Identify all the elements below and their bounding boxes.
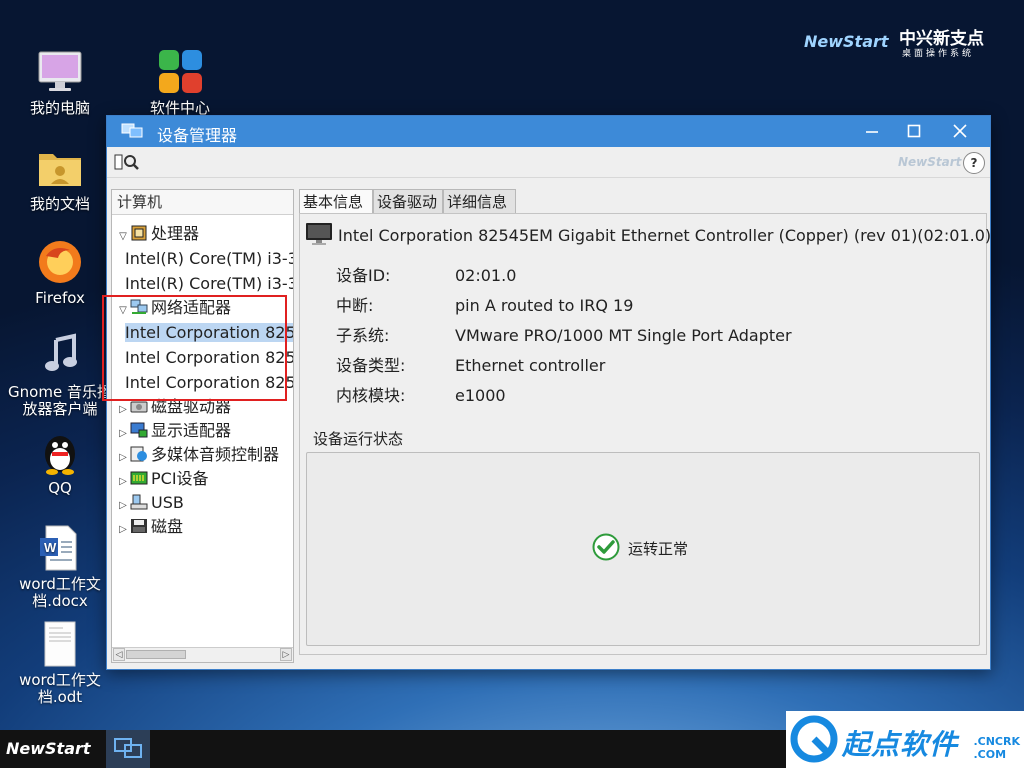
close-button[interactable] <box>937 116 983 147</box>
desktop-icon-gnome-music[interactable]: Gnome 音乐播放器客户端 <box>4 332 116 418</box>
scroll-left-icon[interactable]: ◁ <box>113 648 125 661</box>
taskbar-device-manager[interactable] <box>106 730 150 768</box>
status-box: 运转正常 <box>306 452 980 646</box>
watermark-domain: .CNCRK .COM <box>973 735 1020 761</box>
tree-category-pci[interactable]: ▷ PCI设备 <box>112 467 293 491</box>
desktop-icon-documents[interactable]: 我的文档 <box>4 144 116 213</box>
window-toolbar: NewStart ? <box>107 147 990 178</box>
tab-details[interactable]: 详细信息 <box>443 189 516 213</box>
start-menu-button[interactable]: NewStart <box>6 739 91 758</box>
svg-text:W: W <box>44 540 57 555</box>
check-circle-icon <box>592 533 620 561</box>
display-adapter-icon <box>130 421 148 438</box>
device-manager-icon <box>121 122 143 140</box>
tree-item-nic-1[interactable]: Intel Corporation 8254 <box>112 320 293 345</box>
disk-drive-icon <box>130 397 148 413</box>
status-ok: 运转正常 <box>592 533 688 561</box>
disk-icon <box>130 517 148 533</box>
tree-header: 计算机 <box>112 190 293 215</box>
prop-device-id: 设备ID: 02:01.0 <box>336 266 517 285</box>
folder-icon <box>36 144 84 192</box>
tree-category-usb[interactable]: ▷ USB <box>112 491 293 515</box>
desktop-icon-word-docx[interactable]: W word工作文档.docx <box>4 524 116 610</box>
computer-icon <box>36 48 84 96</box>
network-adapter-icon <box>130 298 148 314</box>
tree-category-disk-drive[interactable]: ▷ 磁盘驱动器 <box>112 395 293 419</box>
newstart-toolbar-logo: NewStart <box>898 155 962 169</box>
tree-item-cpu-1[interactable]: Intel(R) Core(TM) i3-32 <box>112 246 293 271</box>
prop-subsystem: 子系统: VMware PRO/1000 MT Single Port Adapt… <box>336 326 792 345</box>
tree-item-cpu-2[interactable]: Intel(R) Core(TM) i3-32 <box>112 271 293 296</box>
prop-device-type: 设备类型: Ethernet controller <box>336 356 606 375</box>
odt-document-icon <box>36 620 84 668</box>
tree-item-nic-2[interactable]: Intel Corporation 8254 <box>112 345 293 370</box>
desktop-icon-word-odt[interactable]: word工作文档.odt <box>4 620 116 706</box>
processor-icon <box>130 224 148 241</box>
status-section-label: 设备运行状态 <box>313 430 404 448</box>
tab-basic-info[interactable]: 基本信息 <box>299 189 373 214</box>
tree-category-display[interactable]: ▷ 显示适配器 <box>112 419 293 443</box>
scan-hardware-button[interactable] <box>114 152 140 172</box>
device-title: Intel Corporation 82545EM Gigabit Ethern… <box>305 222 991 246</box>
prop-interrupt: 中断: pin A routed to IRQ 19 <box>336 296 634 315</box>
pci-device-icon <box>130 469 148 485</box>
tree-category-network[interactable]: ▽ 网络适配器 <box>112 296 293 320</box>
network-device-icon <box>305 222 333 246</box>
device-manager-window: 设备管理器 NewStart ? 计算机 ▽ 处理器 Intel(R) Core(… <box>106 115 991 670</box>
tree-horizontal-scrollbar[interactable]: ◁ ▷ <box>112 647 293 662</box>
scroll-right-icon[interactable]: ▷ <box>280 648 292 661</box>
chevron-right-icon[interactable]: ▷ <box>116 518 130 542</box>
device-tree-panel: 计算机 ▽ 处理器 Intel(R) Core(TM) i3-32 Intel(R… <box>111 189 294 663</box>
tab-device-driver[interactable]: 设备驱动 <box>373 189 443 213</box>
desktop-icon-software-center[interactable]: 软件中心 <box>124 48 236 117</box>
device-tree: ▽ 处理器 Intel(R) Core(TM) i3-32 Intel(R) Co… <box>112 222 293 642</box>
window-titlebar[interactable]: 设备管理器 <box>107 116 990 147</box>
usb-icon <box>130 493 148 510</box>
desktop-brand: NewStart 中兴新支点 桌面操作系统 <box>804 22 994 62</box>
window-title: 设备管理器 <box>157 126 238 145</box>
qq-penguin-icon <box>36 428 84 476</box>
tree-category-multimedia[interactable]: ▷ 多媒体音频控制器 <box>112 443 293 467</box>
site-watermark: 起点软件 .CNCRK .COM <box>786 711 1024 768</box>
watermark-text: 起点软件 <box>842 728 959 761</box>
basic-info-panel: Intel Corporation 82545EM Gigabit Ethern… <box>299 213 991 655</box>
help-button[interactable]: ? <box>963 152 985 174</box>
minimize-button[interactable] <box>849 116 895 147</box>
software-center-icon <box>156 48 204 96</box>
brand-subtitle: 桌面操作系统 <box>902 49 975 59</box>
music-note-icon <box>36 332 84 380</box>
tree-item-nic-3[interactable]: Intel Corporation 8254 <box>112 370 293 395</box>
cncrk-logo-icon <box>790 715 838 763</box>
maximize-button[interactable] <box>891 116 937 147</box>
newstart-logo: NewStart <box>804 32 889 51</box>
tree-category-processor[interactable]: ▽ 处理器 <box>112 222 293 246</box>
word-document-icon: W <box>36 524 84 572</box>
multimedia-icon <box>130 445 148 462</box>
tree-category-disk[interactable]: ▷ 磁盘 <box>112 515 293 539</box>
firefox-icon <box>36 238 84 286</box>
desktop-icon-firefox[interactable]: Firefox <box>4 238 116 307</box>
desktop-icon-computer[interactable]: 我的电脑 <box>4 48 116 117</box>
scrollbar-thumb[interactable] <box>126 650 186 659</box>
desktop-icon-qq[interactable]: QQ <box>4 428 116 497</box>
prop-kernel-module: 内核模块: e1000 <box>336 386 506 405</box>
